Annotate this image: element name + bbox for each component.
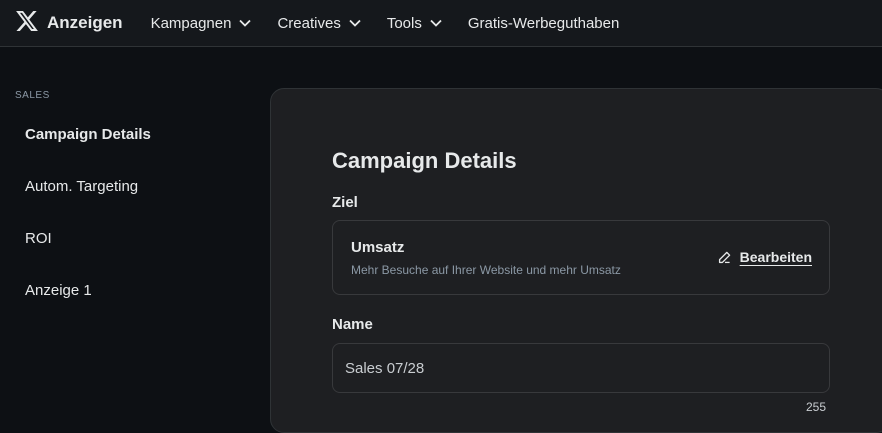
sidebar-section-label: SALES [15, 90, 50, 101]
name-input[interactable] [332, 343, 830, 393]
nav-item-kampagnen[interactable]: Kampagnen [151, 15, 252, 32]
campaign-details-card: Campaign Details Ziel Umsatz Mehr Besuch… [270, 88, 882, 433]
nav-item-label: Kampagnen [150, 14, 232, 32]
nav-item-label: Tools [386, 14, 422, 32]
sidebar-item-roi[interactable]: ROI [25, 230, 52, 247]
sidebar-item-campaign-details[interactable]: Campaign Details [25, 126, 151, 143]
nav-item-gratis-werbeguthaben[interactable]: Gratis-Werbeguthaben [468, 15, 619, 32]
nav-item-label: Creatives [277, 14, 341, 32]
x-logo-icon [16, 10, 38, 36]
page-title: Campaign Details [332, 148, 517, 173]
character-counter: 255 [806, 400, 827, 414]
nav-item-label: Gratis-Werbeguthaben [467, 14, 620, 32]
edit-goal-button[interactable]: Bearbeiten [718, 249, 812, 265]
chevron-down-icon [349, 19, 361, 27]
main-nav: Kampagnen Creatives Tools Gratis-Werbegu… [137, 15, 628, 32]
goal-label: Ziel [332, 194, 358, 211]
nav-item-creatives[interactable]: Creatives [277, 14, 361, 32]
top-navigation-bar: Anzeigen Kampagnen Creatives Tools Grati… [0, 0, 882, 47]
edit-goal-label: Bearbeiten [739, 249, 812, 265]
brand-name: Anzeigen [47, 13, 123, 32]
sidebar-item-anzeige-1[interactable]: Anzeige 1 [25, 282, 92, 299]
goal-title: Umsatz [351, 239, 405, 256]
goal-description: Mehr Besuche auf Ihrer Website und mehr … [351, 263, 621, 277]
goal-box: Umsatz Mehr Besuche auf Ihrer Website un… [332, 220, 830, 295]
chevron-down-icon [430, 19, 442, 27]
chevron-down-icon [239, 19, 252, 27]
name-label: Name [332, 316, 373, 333]
brand-logo[interactable]: Anzeigen [16, 10, 123, 36]
sidebar-item-autom-targeting[interactable]: Autom. Targeting [25, 178, 138, 195]
nav-item-tools[interactable]: Tools [387, 15, 442, 32]
pencil-icon [718, 251, 730, 263]
sidebar: SALES Campaign Details Autom. Targeting … [0, 48, 270, 423]
